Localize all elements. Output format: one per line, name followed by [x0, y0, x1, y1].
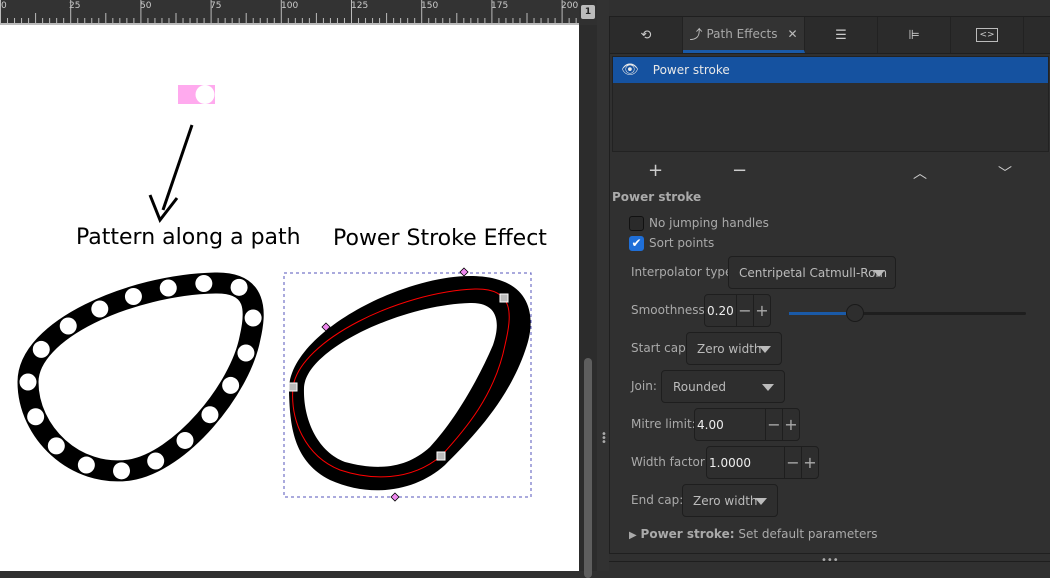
horizontal-ruler[interactable]: 0 25 50 75 100 125 150 175 200 [0, 0, 579, 25]
expander-bold-label: Power stroke: [640, 527, 735, 541]
path-effects-icon: ⤴ [689, 28, 703, 43]
pattern-dot [59, 317, 77, 335]
smoothness-slider[interactable] [789, 304, 1026, 322]
dropdown-value: Centripetal Catmull-Rom [739, 265, 888, 280]
tab-align[interactable]: ⊫ [878, 17, 951, 53]
panel-splitter[interactable]: • • • [597, 0, 609, 571]
width-factor-spinbox[interactable]: 1.0000− + [706, 446, 819, 479]
xml-editor-icon: <> [976, 28, 998, 42]
pattern-dot [195, 275, 213, 293]
pattern-dot [27, 408, 45, 426]
increment-button[interactable]: + [753, 295, 770, 326]
arrow [148, 124, 194, 223]
dropdown-value: Rounded [673, 379, 726, 394]
tab-undo-history[interactable]: ⟲ [610, 17, 683, 53]
pattern-dot [237, 344, 255, 362]
move-up-button[interactable]: ︿ [913, 163, 927, 183]
expander-label: Set default parameters [734, 527, 878, 541]
dialog-tabs: ⟲ ⤴ Path Effects ✕ ☰ ⊫ <> [610, 17, 1050, 54]
pattern-along-path-shape[interactable] [17, 272, 264, 482]
pattern-dot [32, 340, 50, 358]
end-cap-dropdown[interactable]: Zero width [682, 484, 778, 517]
powerstroke-label[interactable]: Power Stroke Effect [333, 226, 547, 251]
move-down-button[interactable]: ﹀ [998, 163, 1012, 183]
power-stroke-shape[interactable] [288, 276, 531, 491]
tab-label: Path Effects [706, 26, 778, 41]
pattern-dot [222, 376, 240, 394]
section-title: Power stroke [612, 190, 702, 204]
add-effect-button[interactable]: + [648, 160, 663, 181]
chevron-down-icon [755, 498, 767, 505]
ruler-ticks [0, 0, 577, 25]
pattern-label[interactable]: Pattern along a path [76, 225, 301, 250]
decrement-button[interactable]: − [784, 447, 801, 478]
spin-value[interactable]: 1.0000 [707, 456, 784, 470]
align-icon: ⊫ [908, 27, 920, 43]
chevron-down-icon [873, 270, 885, 277]
smoothness-label: Smoothness: [631, 303, 709, 317]
mitre-limit-spinbox[interactable]: 4.00− + [694, 408, 800, 441]
width-factor-label: Width factor: [631, 455, 709, 469]
effects-list[interactable]: 👁 Power stroke [612, 56, 1049, 152]
tab-layers[interactable]: ☰ [805, 17, 878, 53]
pattern-dot [91, 300, 109, 318]
grip-icon: ••• [821, 555, 839, 566]
decrement-button[interactable]: − [736, 295, 753, 326]
panel-footer[interactable]: ••• [609, 555, 1050, 571]
pattern-dot [176, 431, 194, 449]
chevron-down-icon [759, 346, 771, 353]
sort-points-label: Sort points [649, 236, 715, 250]
interpolator-type-label: Interpolator type: [631, 265, 737, 279]
increment-button[interactable]: + [801, 447, 818, 478]
pattern-dot [47, 437, 65, 455]
layers-icon: ☰ [835, 27, 847, 43]
remove-effect-button[interactable]: − [732, 160, 747, 181]
chevron-down-icon [762, 384, 774, 391]
decrement-button[interactable]: − [765, 409, 782, 440]
effect-label: Power stroke [652, 63, 730, 77]
smoothness-spinbox[interactable]: 0.20− + [704, 294, 771, 327]
sort-points-checkbox[interactable]: ✔ [629, 236, 644, 251]
undo-history-icon: ⟲ [640, 27, 652, 43]
no-jumping-handles-checkbox[interactable] [629, 216, 644, 231]
scrollbar-thumb[interactable] [584, 358, 592, 578]
pattern-dot [244, 309, 262, 327]
pattern-source[interactable] [178, 85, 215, 104]
pattern-dot [159, 279, 177, 297]
pattern-dot [124, 288, 142, 306]
interpolator-type-dropdown[interactable]: Centripetal Catmull-Rom [728, 256, 896, 289]
grip-icon: ••• [601, 429, 607, 448]
dock-panel: ⟲ ⤴ Path Effects ✕ ☰ ⊫ <> 👁 Power stroke… [609, 16, 1050, 554]
drawing-canvas[interactable]: Pattern along a path Power Stroke Effect [0, 25, 579, 571]
spin-value[interactable]: 4.00 [695, 418, 765, 432]
tab-xml-editor[interactable]: <> [951, 17, 1024, 53]
dropdown-value: Zero width [693, 493, 758, 508]
vertical-scrollbar[interactable] [579, 25, 597, 578]
pattern-dot [201, 406, 219, 424]
page-badge: 1 [581, 5, 595, 19]
join-dropdown[interactable]: Rounded [661, 370, 785, 403]
end-cap-label: End cap: [631, 493, 684, 507]
join-label: Join: [631, 379, 657, 393]
dropdown-value: Zero width [697, 341, 762, 356]
pattern-dot [230, 278, 248, 296]
pattern-dot [77, 456, 95, 474]
pattern-dot [19, 373, 37, 391]
spin-value[interactable]: 0.20 [705, 304, 736, 318]
start-cap-dropdown[interactable]: Zero width [686, 332, 782, 365]
increment-button[interactable]: + [782, 409, 799, 440]
pattern-dot [147, 452, 165, 470]
close-icon[interactable]: ✕ [787, 27, 797, 41]
mitre-limit-label: Mitre limit: [631, 417, 696, 431]
no-jumping-handles-label: No jumping handles [649, 216, 769, 230]
tab-path-effects[interactable]: ⤴ Path Effects ✕ [683, 17, 805, 53]
start-cap-label: Start cap: [631, 341, 690, 355]
list-item[interactable]: 👁 Power stroke [613, 57, 1048, 83]
set-defaults-expander[interactable]: ▶ Power stroke: Set default parameters [629, 527, 878, 541]
pattern-dot [113, 462, 131, 480]
eye-icon[interactable]: 👁 [621, 62, 639, 78]
expander-triangle-icon: ▶ [629, 530, 637, 541]
slider-handle[interactable] [846, 304, 865, 322]
